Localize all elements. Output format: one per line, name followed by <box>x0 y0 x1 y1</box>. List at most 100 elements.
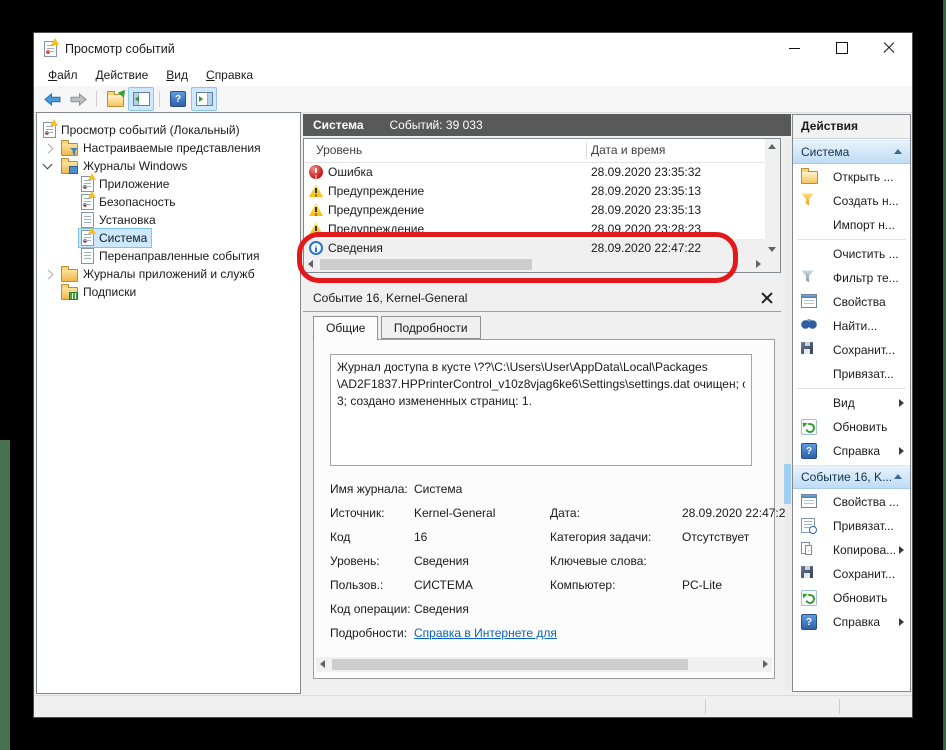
vertical-scrollbar[interactable] <box>765 139 780 257</box>
custom-views-folder-icon <box>61 143 78 156</box>
tree-row-selected[interactable]: Система <box>37 229 300 247</box>
action-create-custom-view[interactable]: Создать н... <box>793 189 910 213</box>
scroll-down-icon[interactable] <box>768 247 776 252</box>
action-help-submenu[interactable]: Справка <box>793 439 910 463</box>
close-preview-icon[interactable] <box>761 292 773 304</box>
scroll-left-icon[interactable] <box>320 660 325 668</box>
scrollbar-thumb[interactable] <box>784 464 791 504</box>
help-button[interactable] <box>165 87 191 111</box>
action-label: Вид <box>833 396 855 410</box>
event-viewer-window: Просмотр событий Файл Действие Вид Справ… <box>33 32 913 718</box>
event-row[interactable]: Предупреждение 28.09.2020 23:35:13 <box>304 182 765 201</box>
field-value-level: Сведения <box>414 554 469 568</box>
toggle-console-tree-button[interactable] <box>128 87 154 111</box>
event-action-copy-submenu[interactable]: Копирова... <box>793 538 910 562</box>
tree-row[interactable]: Установка <box>37 211 300 229</box>
action-label: Фильтр те... <box>833 271 899 285</box>
field-label-keywords: Ключевые слова: <box>550 554 647 568</box>
scroll-right-icon[interactable] <box>763 660 768 668</box>
detail-horizontal-scrollbar[interactable] <box>316 657 772 672</box>
tab-general[interactable]: Общие <box>313 316 378 340</box>
event-action-attach-task[interactable]: Привязат... <box>793 514 910 538</box>
close-button[interactable] <box>865 33 912 63</box>
collapse-group-icon[interactable] <box>894 474 902 479</box>
event-description[interactable]: Журнал доступа в кусте \??\C:\Users\User… <box>330 354 752 466</box>
forward-button[interactable] <box>65 87 91 111</box>
online-help-link[interactable]: Справка в Интернете для <box>414 626 557 640</box>
scroll-right-icon[interactable] <box>756 260 761 268</box>
detail-tabs: Общие Подробности <box>313 316 480 340</box>
tree-row[interactable]: Просмотр событий (Локальный) <box>37 121 300 139</box>
action-label: Свойства ... <box>833 495 899 509</box>
horizontal-scrollbar[interactable] <box>304 257 765 272</box>
event-action-properties[interactable]: Свойства ... <box>793 490 910 514</box>
log-icon <box>81 230 94 246</box>
tree-row[interactable]: Подписки <box>37 283 300 301</box>
action-filter-current-log[interactable]: Фильтр те... <box>793 266 910 290</box>
actions-pane: Действия Система Открыть ... Создать н..… <box>792 114 911 692</box>
minimize-button[interactable] <box>771 33 818 63</box>
log-title: Система <box>313 118 364 132</box>
scrollbar-thumb[interactable] <box>320 259 532 270</box>
event-action-help-submenu[interactable]: Справка <box>793 610 910 634</box>
tree-row[interactable]: Перенаправленные события <box>37 247 300 265</box>
menu-view[interactable]: Вид <box>157 66 197 84</box>
action-clear-log[interactable]: Очистить ... <box>793 242 910 266</box>
maximize-button[interactable] <box>818 33 865 63</box>
event-row[interactable]: Ошибка 28.09.2020 23:35:32 <box>304 163 765 182</box>
menu-help[interactable]: Справка <box>197 66 262 84</box>
desktop: { "window": { "title": "Просмотр событий… <box>0 0 946 750</box>
action-label: Очистить ... <box>833 247 899 261</box>
tree-item-label: Система <box>99 231 147 245</box>
scroll-left-icon[interactable] <box>308 260 313 268</box>
action-open-saved-log[interactable]: Открыть ... <box>793 165 910 189</box>
pane-vertical-scrollbar[interactable] <box>784 138 791 690</box>
copy-icon <box>801 542 815 556</box>
refresh-icon <box>801 419 817 435</box>
action-save-all-events[interactable]: Сохранит... <box>793 338 910 362</box>
folder-icon <box>61 269 78 282</box>
action-view-submenu[interactable]: Вид <box>793 391 910 415</box>
actions-group-event[interactable]: Событие 16, K... <box>793 465 910 489</box>
expand-chevron-icon[interactable] <box>44 270 54 280</box>
column-separator[interactable] <box>586 142 587 159</box>
column-level[interactable]: Уровень <box>316 143 362 157</box>
action-properties[interactable]: Свойства <box>793 290 910 314</box>
tree-row[interactable]: Приложение <box>37 175 300 193</box>
expand-chevron-icon[interactable] <box>44 144 54 154</box>
tree-row[interactable]: Настраиваемые представления <box>37 139 300 157</box>
tab-details[interactable]: Подробности <box>381 316 481 339</box>
toggle-action-pane-button[interactable] <box>191 87 217 111</box>
open-log-icon <box>801 171 818 184</box>
tree-row[interactable]: Журналы Windows <box>37 157 300 175</box>
collapse-group-icon[interactable] <box>894 149 902 154</box>
event-row[interactable]: Предупреждение 28.09.2020 23:28:23 <box>304 220 765 239</box>
action-refresh[interactable]: Обновить <box>793 415 910 439</box>
status-divider <box>705 699 706 714</box>
event-row-selected[interactable]: Сведения 28.09.2020 22:47:22 <box>304 239 765 258</box>
scroll-up-icon[interactable] <box>768 144 776 149</box>
scrollbar-thumb[interactable] <box>332 659 688 670</box>
column-datetime[interactable]: Дата и время <box>591 143 665 157</box>
field-value-computer: PC-Lite <box>682 578 722 592</box>
event-row[interactable]: Предупреждение 28.09.2020 23:35:13 <box>304 201 765 220</box>
action-find[interactable]: Найти... <box>793 314 910 338</box>
tree-row[interactable]: Журналы приложений и служб <box>37 265 300 283</box>
menu-action[interactable]: Действие <box>87 66 158 84</box>
menu-file[interactable]: Файл <box>39 66 87 84</box>
action-attach-task[interactable]: Привязат... <box>793 362 910 386</box>
action-label: Справка <box>833 444 880 458</box>
back-button[interactable] <box>39 87 65 111</box>
collapse-chevron-icon[interactable] <box>43 160 53 170</box>
action-label: Создать н... <box>833 194 899 208</box>
field-label-user: Пользов.: <box>330 578 383 592</box>
tree-item-label: Подписки <box>83 285 136 299</box>
event-detail-header: Событие 16, Kernel-General <box>303 286 781 312</box>
event-action-save-selected[interactable]: Сохранит... <box>793 562 910 586</box>
tree-row[interactable]: Безопасность <box>37 193 300 211</box>
event-action-refresh[interactable]: Обновить <box>793 586 910 610</box>
action-import-custom-view[interactable]: Импорт н... <box>793 213 910 237</box>
tree-item-label: Безопасность <box>99 195 176 209</box>
actions-group-system[interactable]: Система <box>793 140 910 164</box>
export-button[interactable] <box>102 87 128 111</box>
